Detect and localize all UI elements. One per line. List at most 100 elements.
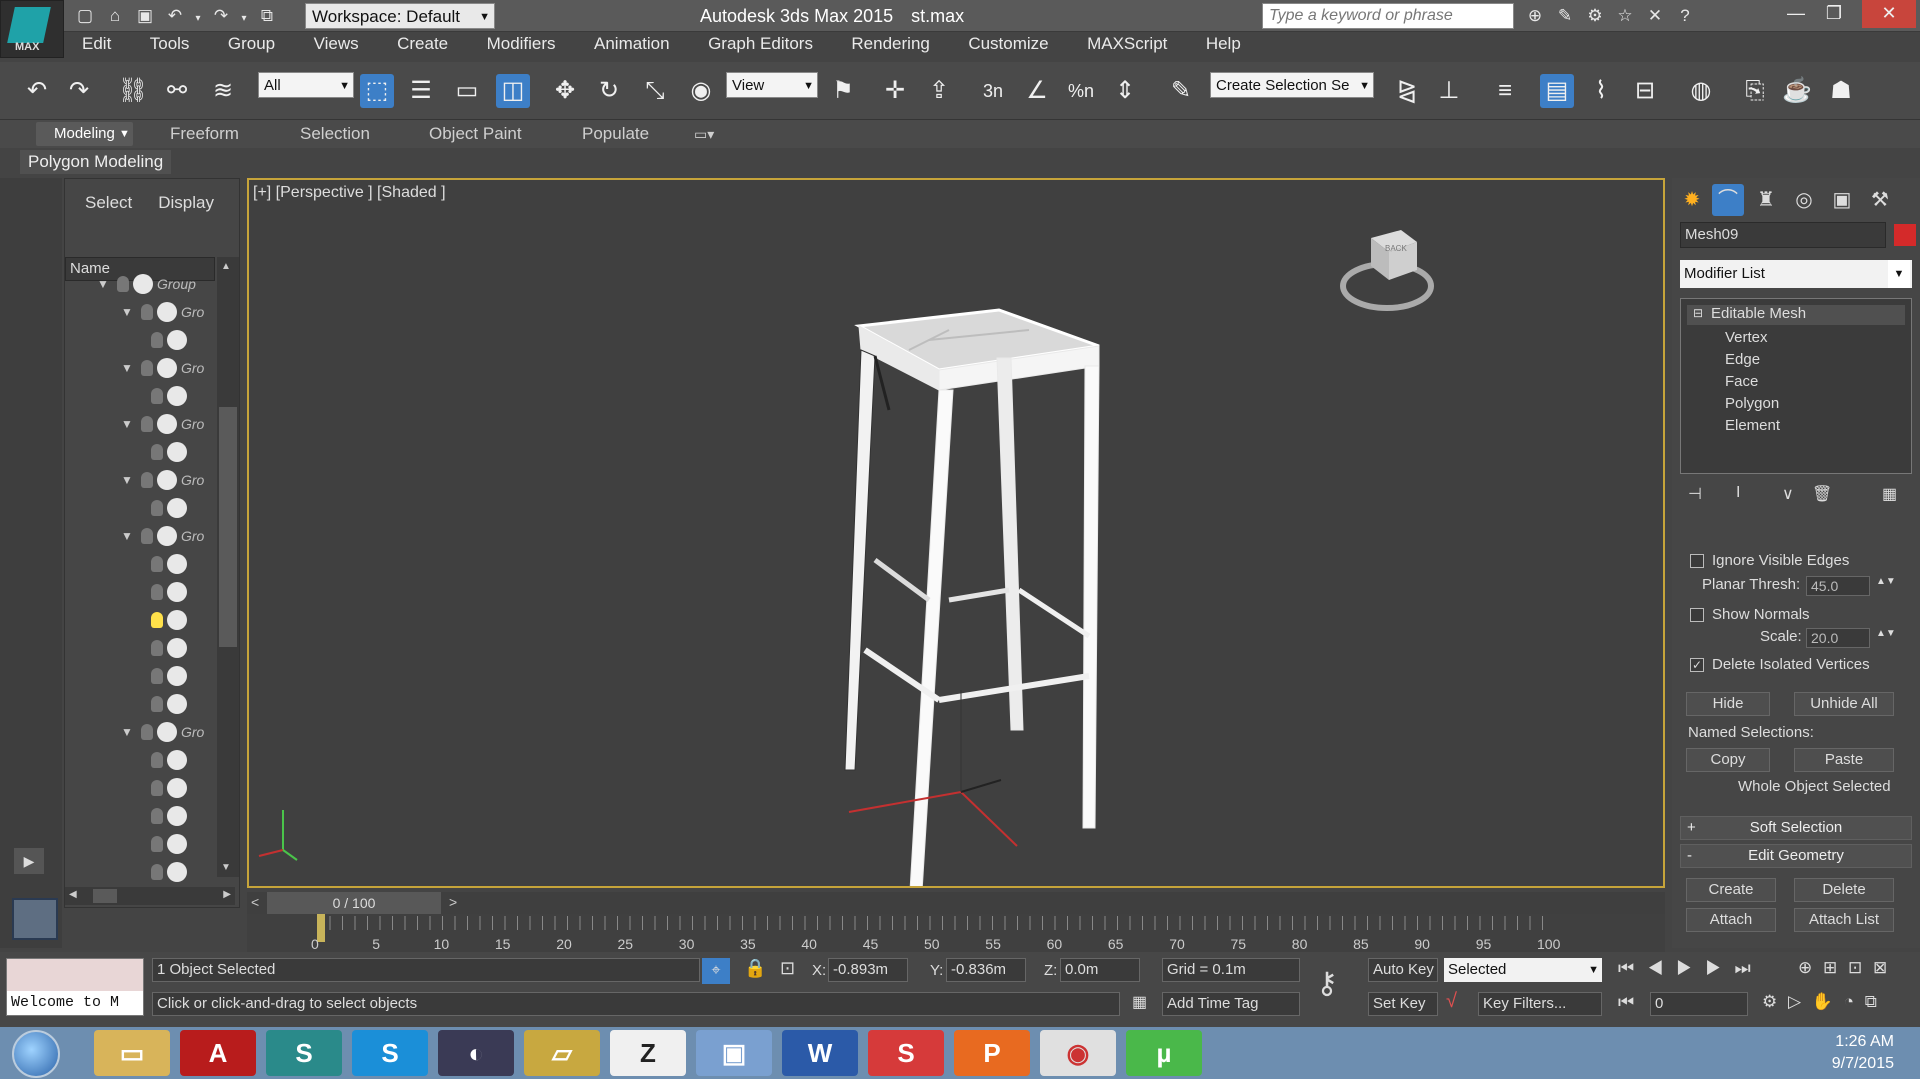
undo-icon[interactable]: ↶ [162, 4, 188, 28]
mirror-icon[interactable]: ⧎ [1390, 74, 1424, 108]
key-mode-toggle-icon[interactable]: ⏮ [1618, 992, 1634, 1013]
hide-button[interactable]: Hide [1686, 692, 1770, 716]
light-bulb-icon[interactable] [151, 500, 163, 516]
prev-frame-icon[interactable]: < [251, 894, 259, 910]
viewport-layout-icon[interactable] [12, 898, 58, 940]
help-icon[interactable]: ? [1672, 4, 1698, 28]
hierarchy-panel-icon[interactable]: ♜ [1750, 184, 1782, 216]
absolute-mode-icon[interactable]: ⊡ [780, 958, 795, 979]
skype-app-icon[interactable]: S [352, 1030, 428, 1076]
next-frame-icon[interactable]: ▶ [1705, 958, 1721, 978]
next-frame-icon[interactable]: > [449, 894, 457, 910]
render-frame-icon[interactable]: ☕ [1780, 74, 1814, 108]
photos-app-icon[interactable]: ▣ [696, 1030, 772, 1076]
autocad-app-icon[interactable]: A [180, 1030, 256, 1076]
time-tag-icon[interactable]: ▦ [1132, 992, 1147, 1012]
light-bulb-icon[interactable] [151, 780, 163, 796]
scroll-thumb[interactable] [219, 407, 237, 647]
material-editor-icon[interactable]: ◍ [1684, 74, 1718, 108]
go-to-start-icon[interactable]: ⏮ [1618, 958, 1634, 978]
start-button-icon[interactable] [12, 1030, 60, 1078]
key-tangent-icon[interactable]: √ [1446, 990, 1457, 1013]
pan-icon[interactable]: ✋ [1812, 992, 1833, 1011]
key-filters-button[interactable]: Key Filters... [1478, 992, 1602, 1016]
light-bulb-icon[interactable] [141, 304, 153, 320]
undo-dropdown-icon[interactable]: ▾ [192, 7, 204, 31]
zoom-extents-all-icon[interactable]: ⊠ [1873, 958, 1887, 977]
zbrush-app-icon[interactable]: Z [610, 1030, 686, 1076]
place-icon[interactable]: ◉ [684, 74, 718, 108]
stack-item-vertex[interactable]: Vertex [1725, 329, 1768, 346]
scene-object-row[interactable] [65, 607, 215, 635]
play-explorer-icon[interactable]: ▶ [14, 848, 44, 874]
keyboard-shortcut-override-icon[interactable]: ⇪ [922, 74, 956, 108]
expand-toggle-icon[interactable]: ▼ [121, 725, 133, 739]
light-bulb-icon[interactable] [117, 276, 129, 292]
scene-object-row[interactable] [65, 747, 215, 775]
key-mode-dropdown[interactable]: Selected [1444, 958, 1602, 982]
scene-horizontal-scrollbar[interactable]: ◀ ▶ [65, 887, 235, 905]
menu-maxscript[interactable]: MAXScript [1087, 34, 1167, 54]
track-bar[interactable]: 0 5 10 15 20 25 30 35 40 45 50 55 60 65 70 75 80 85 90 95 10… [247, 914, 1665, 952]
copy-button[interactable]: Copy [1686, 748, 1770, 772]
expand-toggle-icon[interactable]: ▼ [121, 417, 133, 431]
ignore-visible-edges-checkbox[interactable]: Ignore Visible Edges [1690, 552, 1849, 576]
soft-selection-rollout[interactable]: + Soft Selection [1680, 816, 1912, 840]
utilities-panel-icon[interactable]: ⚒ [1864, 184, 1896, 216]
modifier-list-dropdown[interactable]: Modifier List [1680, 260, 1912, 288]
scene-object-row[interactable] [65, 383, 215, 411]
show-end-result-icon[interactable]: Ι [1736, 484, 1740, 502]
scene-explorer-icon[interactable]: ▤ [1540, 74, 1574, 108]
workspace-dropdown[interactable]: Workspace: Default ▼ [305, 3, 495, 29]
perspective-viewport[interactable]: BACK [247, 178, 1665, 909]
set-key-button[interactable]: Set Key [1368, 992, 1438, 1016]
menu-customize[interactable]: Customize [968, 34, 1048, 54]
tab-object-paint[interactable]: Object Paint [429, 122, 522, 146]
manipulate-icon[interactable]: ✛ [878, 74, 912, 108]
menu-graph-editors[interactable]: Graph Editors [708, 34, 813, 54]
search-input[interactable]: Type a keyword or phrase [1262, 3, 1514, 29]
tab-modeling[interactable]: Modeling [36, 122, 133, 146]
save-file-icon[interactable]: ▣ [132, 4, 158, 28]
3dsmax-app-icon[interactable]: S [266, 1030, 342, 1076]
x-coordinate[interactable]: -0.893m [828, 958, 908, 982]
window-crossing-icon[interactable]: ◫ [496, 74, 530, 108]
scene-group-row[interactable]: ▼ Group [65, 271, 215, 299]
delete-button[interactable]: Delete [1794, 878, 1894, 902]
render-production-icon[interactable]: ☗ [1824, 74, 1858, 108]
light-bulb-icon[interactable] [151, 556, 163, 572]
select-by-name-icon[interactable]: ☰ [404, 74, 438, 108]
menu-modifiers[interactable]: Modifiers [487, 34, 556, 54]
object-color-swatch[interactable] [1894, 224, 1916, 246]
light-bulb-icon[interactable] [151, 612, 163, 628]
powerpoint-app-icon[interactable]: P [954, 1030, 1030, 1076]
bind-spacewarp-icon[interactable]: ≋ [206, 74, 240, 108]
stack-item-face[interactable]: Face [1725, 373, 1758, 390]
menu-create[interactable]: Create [397, 34, 448, 54]
scene-object-row[interactable] [65, 663, 215, 691]
add-time-tag[interactable]: Add Time Tag [1162, 992, 1300, 1016]
menu-views[interactable]: Views [314, 34, 359, 54]
auto-key-button[interactable]: Auto Key [1368, 958, 1438, 982]
scene-group-row[interactable]: ▼ Gro [65, 355, 215, 383]
minimize-icon[interactable]: — [1776, 0, 1816, 28]
tab-populate[interactable]: Populate [582, 122, 649, 146]
tab-freeform[interactable]: Freeform [170, 122, 239, 146]
expand-toggle-icon[interactable]: ▼ [121, 305, 133, 319]
system-clock[interactable]: 1:26 AM 9/7/2015 [1832, 1031, 1894, 1075]
scene-group-row[interactable]: ▼ Gro [65, 411, 215, 439]
stack-item-editable-mesh[interactable]: ⊟ Editable Mesh [1687, 305, 1905, 325]
collapse-icon[interactable]: ⊟ [1693, 306, 1703, 320]
light-bulb-icon[interactable] [151, 444, 163, 460]
delete-isolated-vertices-checkbox[interactable]: ✓ Delete Isolated Vertices [1690, 656, 1870, 680]
light-bulb-icon[interactable] [151, 696, 163, 712]
selection-filter-dropdown[interactable]: All [258, 72, 354, 99]
play-icon[interactable]: ▶ [1676, 958, 1692, 978]
light-bulb-icon[interactable] [141, 528, 153, 544]
scroll-down-icon[interactable]: ▼ [221, 862, 231, 873]
light-bulb-icon[interactable] [151, 640, 163, 656]
cinema4d-app-icon[interactable]: ◐ [438, 1030, 514, 1076]
create-panel-icon[interactable]: ✹ [1676, 184, 1708, 216]
angle-snap-icon[interactable]: ∠ [1020, 74, 1054, 108]
rectangular-selection-icon[interactable]: ▭ [450, 74, 484, 108]
